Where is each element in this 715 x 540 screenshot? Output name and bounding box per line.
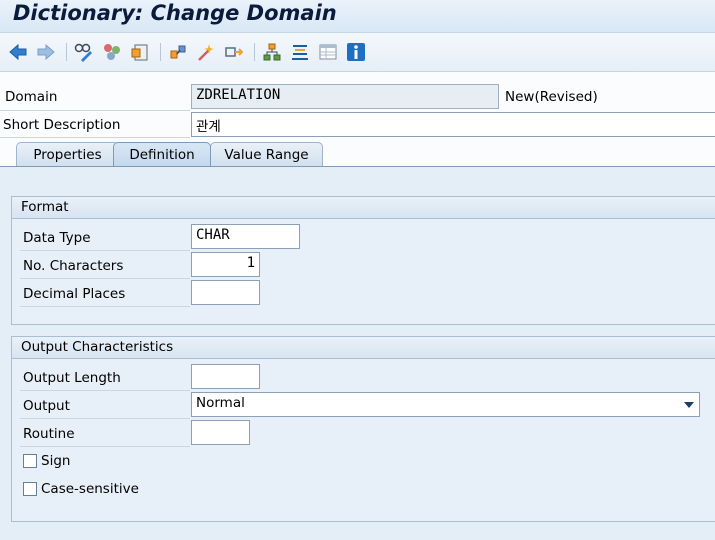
other-object-icon[interactable] xyxy=(102,42,122,62)
routine-label: Routine xyxy=(23,426,75,442)
display-change-icon[interactable] xyxy=(74,42,94,62)
num-characters-label: No. Characters xyxy=(23,258,124,274)
info-icon[interactable] xyxy=(346,42,366,62)
short-description-label: Short Description xyxy=(3,117,121,133)
num-characters-field[interactable]: 1 xyxy=(191,252,260,277)
activate-icon[interactable] xyxy=(130,42,150,62)
domain-status: New(Revised) xyxy=(505,89,598,105)
decimal-places-field[interactable] xyxy=(191,280,260,305)
application-toolbar xyxy=(0,33,715,72)
object-list-icon[interactable] xyxy=(290,42,310,62)
short-description-field[interactable]: 관계 xyxy=(191,112,715,137)
check-icon[interactable] xyxy=(168,42,188,62)
tab-properties[interactable]: Properties xyxy=(16,142,119,166)
data-type-field[interactable]: CHAR xyxy=(191,224,300,249)
routine-field[interactable] xyxy=(191,420,250,445)
where-used-icon[interactable] xyxy=(196,42,216,62)
test-icon[interactable] xyxy=(224,42,244,62)
domain-label: Domain xyxy=(5,89,58,105)
tab-strip: Properties Value Range Definition xyxy=(0,140,715,168)
format-group-title: Format xyxy=(12,197,715,219)
output-characteristics-group: Output Characteristics Output Length Out… xyxy=(11,336,715,522)
output-select-value: Normal xyxy=(196,395,245,411)
domain-field[interactable]: ZDRELATION xyxy=(191,84,499,109)
hierarchy-icon[interactable] xyxy=(262,42,282,62)
output-length-field[interactable] xyxy=(191,364,260,389)
case-sensitive-checkbox[interactable] xyxy=(23,482,37,496)
sign-label: Sign xyxy=(41,453,71,469)
data-type-label: Data Type xyxy=(23,230,91,246)
back-icon[interactable] xyxy=(8,42,28,62)
decimal-places-label: Decimal Places xyxy=(23,286,126,302)
title-bar: Dictionary: Change Domain xyxy=(0,0,715,33)
case-sensitive-label: Case-sensitive xyxy=(41,481,139,497)
window-title: Dictionary: Change Domain xyxy=(13,1,337,25)
tab-content: Format Data Type CHAR No. Characters 1 D… xyxy=(0,167,715,540)
table-view-icon[interactable] xyxy=(318,42,338,62)
output-label: Output xyxy=(23,398,70,414)
forward-icon[interactable] xyxy=(36,42,56,62)
output-length-label: Output Length xyxy=(23,370,121,386)
output-select[interactable]: Normal xyxy=(191,392,700,417)
format-group: Format Data Type CHAR No. Characters 1 D… xyxy=(11,196,715,325)
tab-definition[interactable]: Definition xyxy=(113,142,211,168)
tab-value-range[interactable]: Value Range xyxy=(210,142,323,166)
sign-checkbox[interactable] xyxy=(23,454,37,468)
chevron-down-icon[interactable] xyxy=(684,402,694,408)
output-group-title: Output Characteristics xyxy=(12,337,715,359)
